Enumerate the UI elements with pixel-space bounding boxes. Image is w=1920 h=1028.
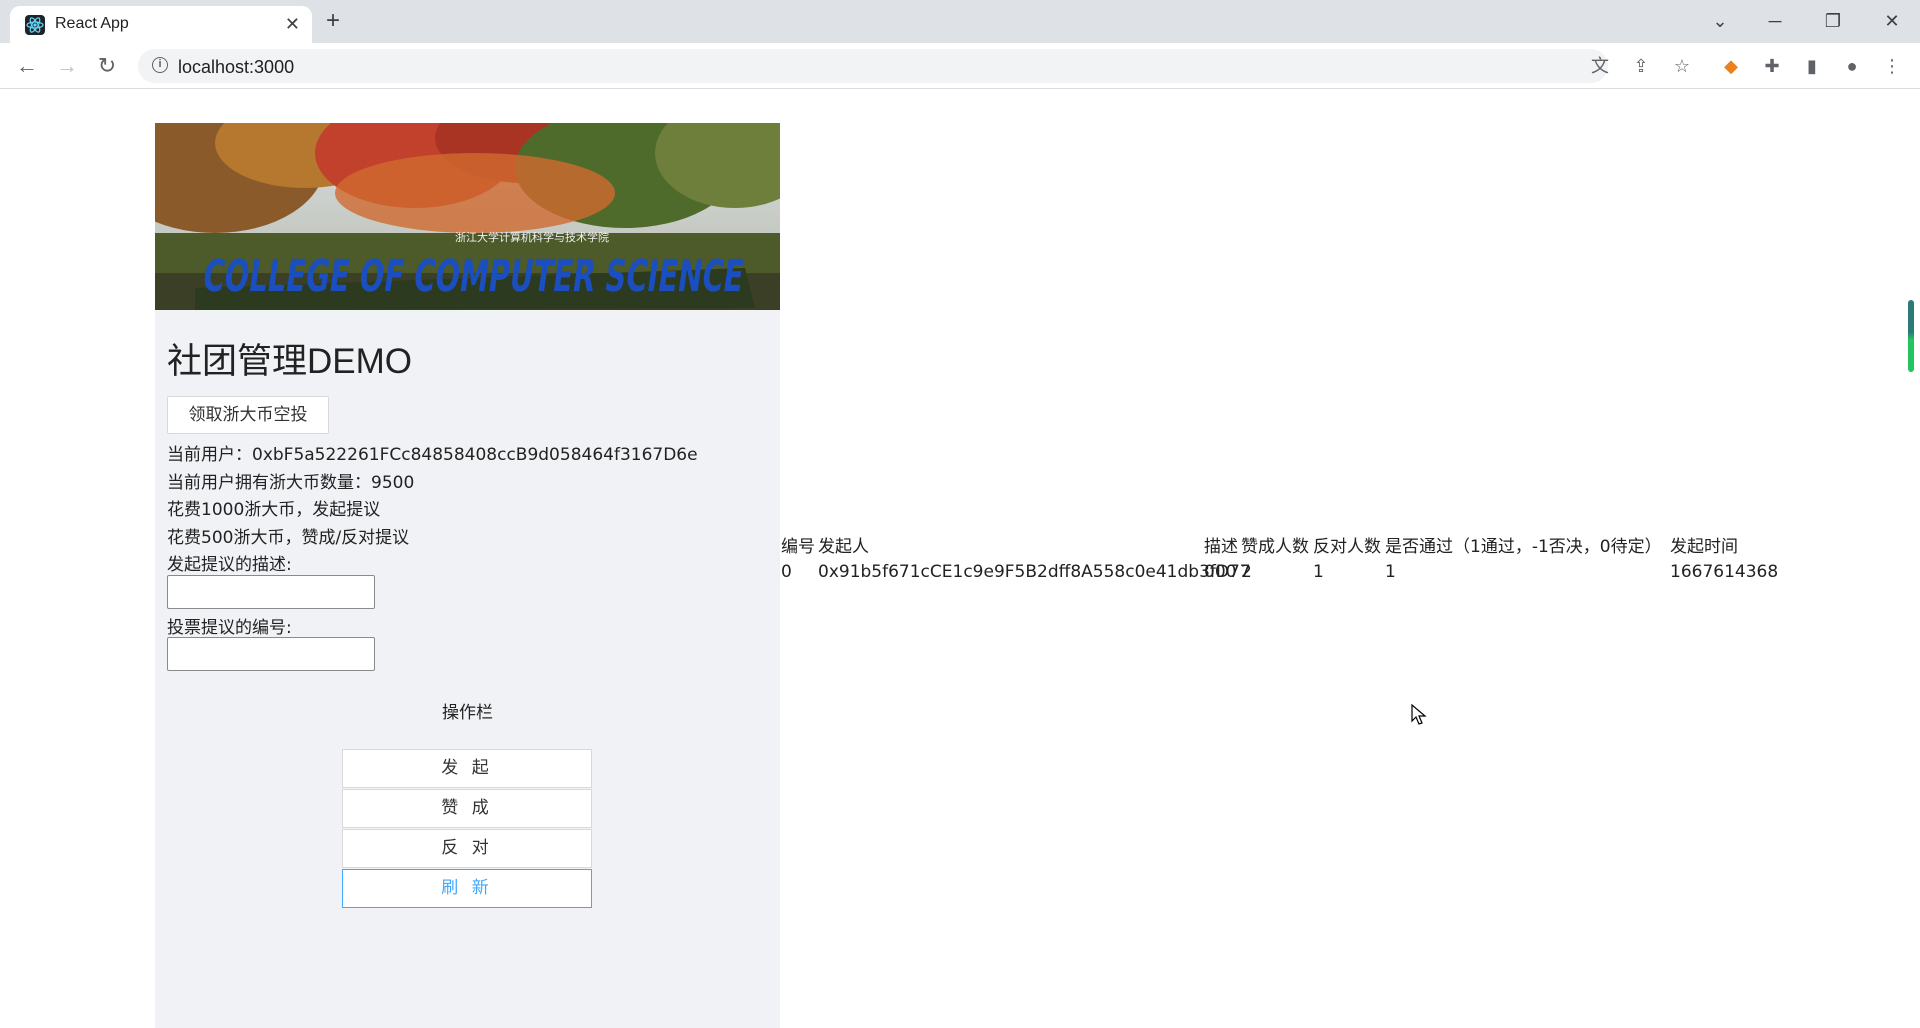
react-favicon-icon bbox=[25, 15, 45, 35]
profile-avatar-icon[interactable]: ● bbox=[1838, 52, 1866, 80]
restore-icon[interactable]: ❐ bbox=[1813, 6, 1853, 36]
header-passed: 是否通过（1通过，-1否决，0待定） bbox=[1385, 537, 1662, 557]
extensions-puzzle-icon[interactable]: ✚ bbox=[1758, 52, 1786, 80]
browser-menu-icon[interactable]: ⋮ bbox=[1878, 52, 1906, 80]
tab-strip: React App ✕ + ⌄ ─ ❐ ✕ bbox=[0, 0, 1920, 43]
forward-icon[interactable]: → bbox=[52, 51, 82, 81]
header-id: 编号 bbox=[781, 537, 815, 557]
vote-cost-text: 花费500浙大币，赞成/反对提议 bbox=[167, 528, 410, 548]
claim-airdrop-button[interactable]: 领取浙大币空投 bbox=[167, 396, 329, 434]
translate-icon[interactable]: 文 bbox=[1588, 55, 1612, 77]
cell-initiator: 0x91b5f671cCE1c9e9F5B2dff8A558c0e41db3fD… bbox=[818, 562, 1251, 582]
url-text[interactable]: localhost:3000 bbox=[178, 57, 294, 78]
college-banner-image: 浙江大学计算机科学与技术学院 COLLEGE OF COMPUTER SCIEN… bbox=[155, 123, 780, 310]
current-user-text: 当前用户：0xbF5a522261FCc84858408ccB9d058464f… bbox=[167, 445, 698, 465]
minimize-icon[interactable]: ─ bbox=[1755, 6, 1795, 36]
cell-description: 000 bbox=[1204, 562, 1237, 582]
page-title: 社团管理DEMO bbox=[167, 342, 413, 381]
header-approve-count: 赞成人数 bbox=[1241, 537, 1309, 557]
browser-tab[interactable]: React App ✕ bbox=[10, 6, 312, 43]
side-panel-icon[interactable]: ▮ bbox=[1798, 52, 1826, 80]
browser-toolbar: ← → ↻ i localhost:3000 文 ⇪ ☆ ◆ ✚ ▮ ● ⋮ bbox=[0, 43, 1920, 89]
proposal-description-input[interactable] bbox=[167, 575, 375, 609]
close-tab-icon[interactable]: ✕ bbox=[285, 14, 300, 34]
scrollbar-thumb[interactable] bbox=[1908, 300, 1914, 372]
svg-text:浙江大学计算机科学与技术学院: 浙江大学计算机科学与技术学院 bbox=[455, 230, 609, 244]
header-oppose-count: 反对人数 bbox=[1313, 537, 1381, 557]
cell-oppose-count: 1 bbox=[1313, 562, 1324, 582]
header-description: 描述 bbox=[1204, 537, 1238, 557]
mouse-cursor-icon bbox=[1411, 703, 1427, 731]
vote-id-label: 投票提议的编号: bbox=[167, 618, 292, 638]
share-icon[interactable]: ⇪ bbox=[1629, 55, 1653, 77]
proposal-description-label: 发起提议的描述: bbox=[167, 555, 292, 575]
back-icon[interactable]: ← bbox=[12, 51, 42, 81]
site-info-icon[interactable]: i bbox=[152, 57, 168, 73]
cell-approve-count: 2 bbox=[1241, 562, 1252, 582]
metamask-extension-icon[interactable]: ◆ bbox=[1717, 52, 1745, 80]
cell-created-time: 1667614368 bbox=[1670, 562, 1779, 582]
svg-text:COLLEGE OF COMPUTER SCIENCE: COLLEGE OF COMPUTER SCIENCE bbox=[200, 251, 747, 302]
new-tab-icon[interactable]: + bbox=[326, 9, 340, 33]
header-created-time: 发起时间 bbox=[1670, 537, 1738, 557]
tab-search-icon[interactable]: ⌄ bbox=[1700, 6, 1740, 36]
close-window-icon[interactable]: ✕ bbox=[1872, 6, 1912, 36]
vote-id-input[interactable] bbox=[167, 637, 375, 671]
balance-text: 当前用户拥有浙大币数量：9500 bbox=[167, 473, 415, 493]
reload-icon[interactable]: ↻ bbox=[92, 51, 122, 81]
bookmark-star-icon[interactable]: ☆ bbox=[1670, 55, 1694, 77]
app-panel: 浙江大学计算机科学与技术学院 COLLEGE OF COMPUTER SCIEN… bbox=[155, 123, 780, 1028]
refresh-button[interactable]: 刷 新 bbox=[342, 869, 592, 908]
oppose-button[interactable]: 反 对 bbox=[342, 829, 592, 868]
approve-button[interactable]: 赞 成 bbox=[342, 789, 592, 828]
propose-cost-text: 花费1000浙大币，发起提议 bbox=[167, 500, 381, 520]
cell-id: 0 bbox=[781, 562, 792, 582]
page-viewport: 浙江大学计算机科学与技术学院 COLLEGE OF COMPUTER SCIEN… bbox=[0, 90, 1920, 1028]
propose-button[interactable]: 发 起 bbox=[342, 749, 592, 788]
tab-title: React App bbox=[55, 15, 129, 32]
cell-passed: 1 bbox=[1385, 562, 1396, 582]
operations-title: 操作栏 bbox=[442, 703, 493, 723]
address-bar[interactable]: i localhost:3000 文 ⇪ ☆ bbox=[138, 49, 1690, 83]
header-initiator: 发起人 bbox=[818, 537, 869, 557]
